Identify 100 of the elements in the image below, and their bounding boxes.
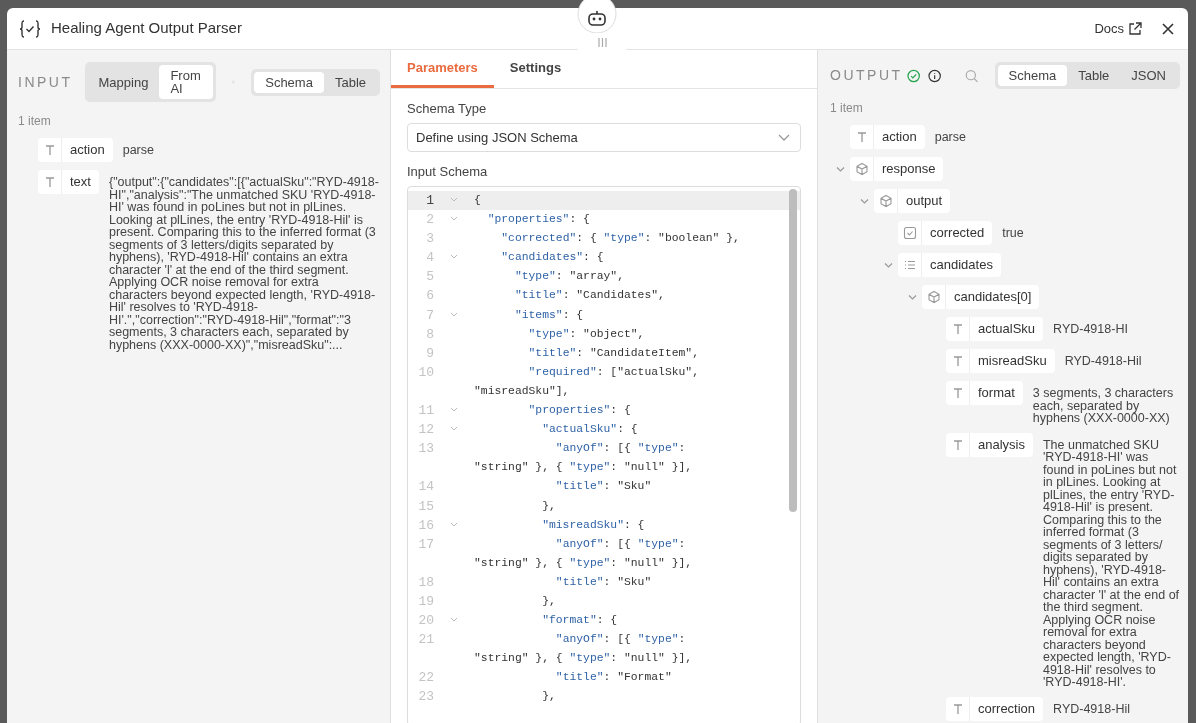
field-pill[interactable]: candidates[0] [922,285,1040,309]
field-key: action [874,127,925,147]
code-line: "title": "Sku" [554,574,653,590]
grip-icon [597,37,607,47]
cube-icon [878,194,893,208]
cube-icon [854,162,869,176]
field-key: analysis [970,434,1033,455]
field-value: The unmatched SKU 'RYD-4918-HI' was found in poLines but not in plLines. Looking at plLines, the entry 'RYD-4918-Hil' is present. Comparing this to the inferred format (3 segments of 3 letters/ digits separated by hyphens), 'RYD-4918-Hil' contains an extra character 'l' at the end of the third segment. Applying OCR noise removal for extra characters beyond expected length, 'RYD-4918-Hil' resolves to 'RYD-4918-HI'. [1042,436,1180,689]
toggle-option[interactable]: JSON [1120,65,1177,86]
line-number: 5 [425,268,434,287]
field-value: RYD-4918-Hil [1064,353,1142,368]
field-label: Input Schema [407,164,489,180]
line-number: 12 [417,421,434,440]
field-value: 3 segments, 3 characters each, separated by hyphens (XXX-0000-XX) [1032,385,1175,425]
field-key: output [898,191,951,211]
cube-icon [926,290,941,304]
line-number: 3 [425,230,434,249]
line-number: 10 [417,363,434,382]
line-number: 9 [425,344,434,363]
fold-chevron-icon[interactable] [450,197,458,202]
fold-chevron-icon[interactable] [450,311,458,317]
field-value: parse [934,129,966,144]
line-number: 14 [417,478,434,497]
line-number: 1 [425,192,434,210]
external-link-icon [1128,21,1142,36]
line-number: 23 [417,688,434,707]
fold-chevron-icon[interactable] [450,521,458,527]
toggle-option[interactable]: Table [323,71,377,93]
tab[interactable]: Settings [493,50,578,88]
field-key: candidates[0] [946,287,1040,307]
code-line: "misreadSku": { [541,517,646,533]
scrollbar[interactable] [789,189,797,512]
code-line: "required": ["actualSku", "misreadSku"], [474,364,700,399]
code-line: "corrected": { "type": "boolean" }, [500,231,741,247]
field-pill[interactable]: correction [946,696,1044,721]
line-number: 21 [417,631,434,650]
line-number: 19 [417,592,434,611]
code-line: "anyOf": [{ "type": "string" }, { "type": "null" }], [474,441,694,476]
field-pill[interactable]: text [38,170,99,194]
field-pill[interactable]: candidates [898,253,1001,277]
field-value: RYD-4918-HI [1053,321,1128,336]
fold-chevron-icon[interactable] [450,617,458,623]
code-line: "actualSku": { [541,422,639,438]
fold-chevron-icon[interactable] [450,254,458,260]
line-number: 18 [417,573,434,592]
toggle-option[interactable]: From AI [159,65,214,99]
field-key: correction [970,698,1044,719]
toggle-option[interactable]: Schema [997,65,1068,86]
fold-chevron-icon[interactable] [450,216,458,222]
field-pill[interactable]: actualSku [946,317,1044,341]
code-line: "candidates": { [500,250,605,266]
select-value: Define using JSON Schema [416,128,578,147]
field-key: corrected [922,223,993,243]
field-pill[interactable]: format [946,381,1023,405]
line-number: 8 [425,325,434,344]
field-pill[interactable]: action [850,125,925,149]
field-pill[interactable]: analysis [946,432,1033,457]
line-number: 11 [417,402,434,421]
code-line: "anyOf": [{ "type": "string" }, { "type": "null" }], [474,536,694,571]
field-pill[interactable]: response [850,157,944,181]
toggle-option[interactable]: Mapping [87,65,160,99]
field-pill[interactable]: misreadSku [946,349,1055,373]
toggle-option[interactable]: Schema [254,71,324,93]
code-line: "type": "object", [527,326,646,342]
code-line: "properties": { [486,212,591,228]
field-key: format [970,383,1023,403]
field-value: parse [122,142,154,157]
field-value: true [1002,225,1024,240]
line-number: 7 [425,306,434,325]
panel-label: OUTPUT [830,66,903,85]
line-number: 17 [417,535,434,554]
code-editor[interactable] [407,186,801,723]
code-line: "title": "Candidates", [513,288,666,304]
line-number: 15 [417,497,434,516]
braces-check-icon [19,18,41,39]
fold-chevron-icon[interactable] [450,426,458,432]
code-line: "properties": { [527,403,632,419]
field-key: candidates [922,255,1001,275]
checkbox-icon [902,226,917,240]
code-line: { [474,193,482,208]
fold-chevron-icon[interactable] [450,407,458,413]
field-pill[interactable]: corrected [898,221,993,245]
code-line: "items": { [513,307,585,323]
code-line: "format": { [541,613,619,629]
toggle-option[interactable]: Table [1067,65,1121,86]
docs-link[interactable]: Docs [1094,18,1142,39]
check-circle-icon [906,67,920,84]
code-line: "title": "Format" [554,670,673,686]
schema-type-select[interactable]: Define using JSON Schema [407,123,801,152]
close-icon [1162,22,1174,35]
item-count: 1 item [830,100,864,117]
field-pill[interactable]: output [874,189,951,213]
field-value: {"output":{"candidates":[{"actualSku":"RYD-4918-HI","analysis":"The unmatched SKU 'RYD-4918-HI' was found in poLines but not in plLines. Looking at plLines, the entry 'RYD-4918-Hil' is present. Comparing this to the inferred format (3 segments of 3 letters/digits separated by hyphens), 'RYD-4918-Hil' contains an extra character 'l' at the end of the third segment. Applying OCR noise removal for extra characters beyond expected length, 'RYD-4918-Hil' resolves to 'RYD-4918-HI'.","correction":"RYD-4918-Hil","format":"3 segments, 3 characters each, separated by hyphens (XXX-0000-XX)","misreadSku":... [108,174,380,351]
line-number: 4 [425,249,434,268]
field-key: response [874,159,944,179]
field-pill[interactable]: action [38,138,113,162]
window-title: Healing Agent Output Parser [51,18,243,39]
close-button[interactable] [1160,20,1176,37]
code-line: "title": "CandidateItem", [527,345,700,361]
info-icon[interactable] [927,67,942,84]
